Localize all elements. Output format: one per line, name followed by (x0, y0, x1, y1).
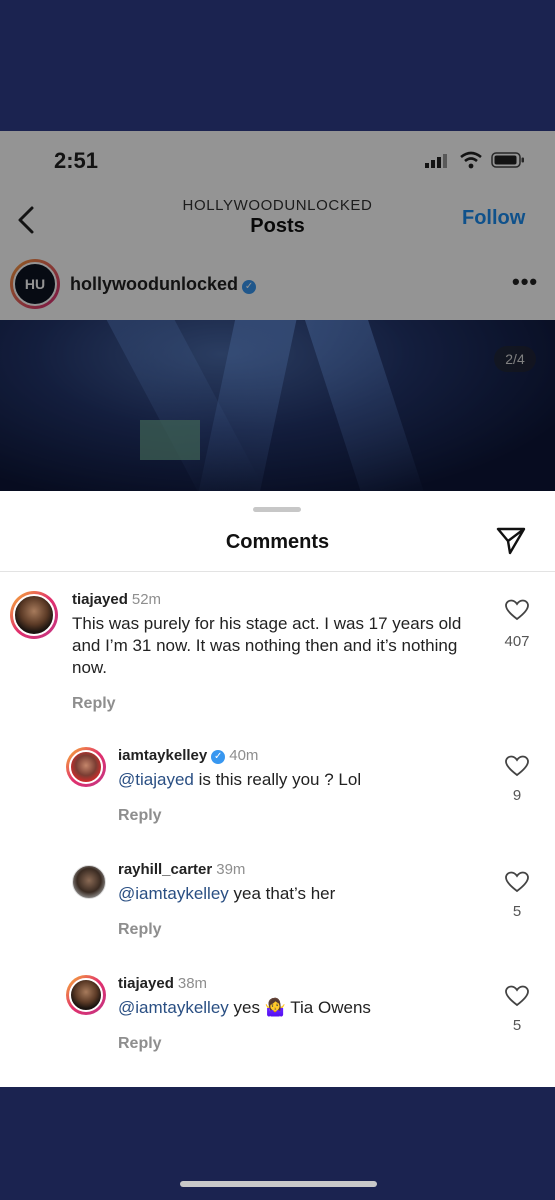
comment-time: 38m (177, 975, 208, 992)
comment-username[interactable]: tiajayed (118, 975, 174, 992)
author-logo: HU (13, 262, 57, 306)
comment-reply-item: rayhill_carter 39m @iamtaykelley yea that… (0, 861, 555, 961)
comment-text-body: yes 🤷‍♀️ Tia Owens (228, 998, 371, 1017)
author-avatar[interactable]: HU (10, 259, 60, 309)
comment-text-body: is this really you ? Lol (193, 770, 362, 789)
sheet-drag-handle[interactable] (253, 507, 301, 512)
author-username[interactable]: hollywoodunlocked ✓ (70, 274, 257, 295)
reply-button[interactable]: Reply (72, 695, 492, 713)
comment-text: @tiajayed is this really you ? Lol (118, 769, 488, 791)
like-count: 5 (512, 1017, 522, 1034)
home-indicator[interactable] (180, 1181, 377, 1187)
commenter-avatar[interactable] (66, 975, 106, 1015)
follow-button[interactable]: Follow (462, 207, 525, 230)
comment-username[interactable]: iamtaykelley (118, 747, 207, 764)
author-username-text: hollywoodunlocked (70, 274, 239, 294)
phone-screen: 2:51 HOLLYWOODUNLOCKED Posts Follow HU h… (0, 131, 555, 1087)
clock: 2:51 (54, 148, 99, 173)
post-author-row: HU hollywoodunlocked ✓ ••• (0, 251, 555, 319)
comment-body: iamtaykelley ✓ 40m @tiajayed is this reall… (118, 747, 488, 825)
like-heart-icon[interactable] (505, 871, 529, 893)
status-icons (425, 151, 525, 169)
media-counter: 2/4 (494, 346, 536, 372)
commenter-avatar[interactable] (10, 591, 58, 639)
comments-sheet: Comments tiajayed 52m This was purely for… (0, 491, 555, 1087)
comment-body: tiajayed 52m This was purely for his stag… (72, 591, 492, 713)
commenter-avatar[interactable] (72, 865, 106, 899)
divider (0, 571, 555, 572)
wifi-icon (460, 151, 482, 169)
comment-text: @iamtaykelley yes 🤷‍♀️ Tia Owens (118, 997, 488, 1019)
avatar-photo (69, 750, 103, 784)
like-count: 407 (504, 633, 530, 650)
comment-time: 39m (216, 861, 246, 878)
comment-time: 52m (131, 591, 162, 608)
more-options-icon[interactable]: ••• (512, 269, 538, 295)
avatar-photo (69, 978, 103, 1012)
stage-prop (140, 420, 200, 460)
comment-text-body: yea that’s her (228, 884, 336, 903)
comment-body: tiajayed 38m @iamtaykelley yes 🤷‍♀️ Tia O… (118, 975, 488, 1053)
verified-badge-icon: ✓ (242, 280, 257, 294)
comment-time: 40m (229, 747, 259, 764)
like-count: 5 (512, 903, 522, 920)
battery-icon (491, 152, 524, 168)
reply-button[interactable]: Reply (118, 807, 488, 825)
comment-username[interactable]: rayhill_carter (118, 861, 212, 878)
share-icon[interactable] (495, 526, 527, 556)
mention-link[interactable]: @iamtaykelley (118, 884, 229, 903)
mention-link[interactable]: @iamtaykelley (118, 998, 229, 1017)
reply-button[interactable]: Reply (118, 1035, 488, 1053)
comment-body: rayhill_carter 39m @iamtaykelley yea that… (118, 861, 488, 939)
comments-title: Comments (225, 531, 330, 553)
comment-item: tiajayed 52m This was purely for his stag… (0, 587, 555, 717)
like-heart-icon[interactable] (505, 985, 529, 1007)
like-heart-icon[interactable] (505, 755, 529, 777)
verified-badge-icon: ✓ (211, 750, 226, 764)
comment-username[interactable]: tiajayed (72, 591, 128, 608)
nav-header: HOLLYWOODUNLOCKED Posts Follow (0, 191, 555, 251)
reply-button[interactable]: Reply (118, 921, 488, 939)
avatar-photo (13, 594, 55, 636)
post-media[interactable]: 2/4 (0, 320, 555, 491)
comment-text: This was purely for his stage act. I was… (72, 614, 462, 677)
comment-reply-item: tiajayed 38m @iamtaykelley yes 🤷‍♀️ Tia O… (0, 975, 555, 1075)
like-heart-icon[interactable] (505, 599, 529, 621)
commenter-avatar[interactable] (66, 747, 106, 787)
status-bar: 2:51 (0, 131, 555, 191)
comment-reply-item: iamtaykelley ✓ 40m @tiajayed is this reall… (0, 747, 555, 847)
mention-link[interactable]: @tiajayed (118, 770, 194, 789)
signal-icon (425, 154, 447, 168)
like-count: 9 (512, 787, 522, 804)
stage-light (301, 320, 427, 491)
comment-text: @iamtaykelley yea that’s her (118, 883, 488, 905)
